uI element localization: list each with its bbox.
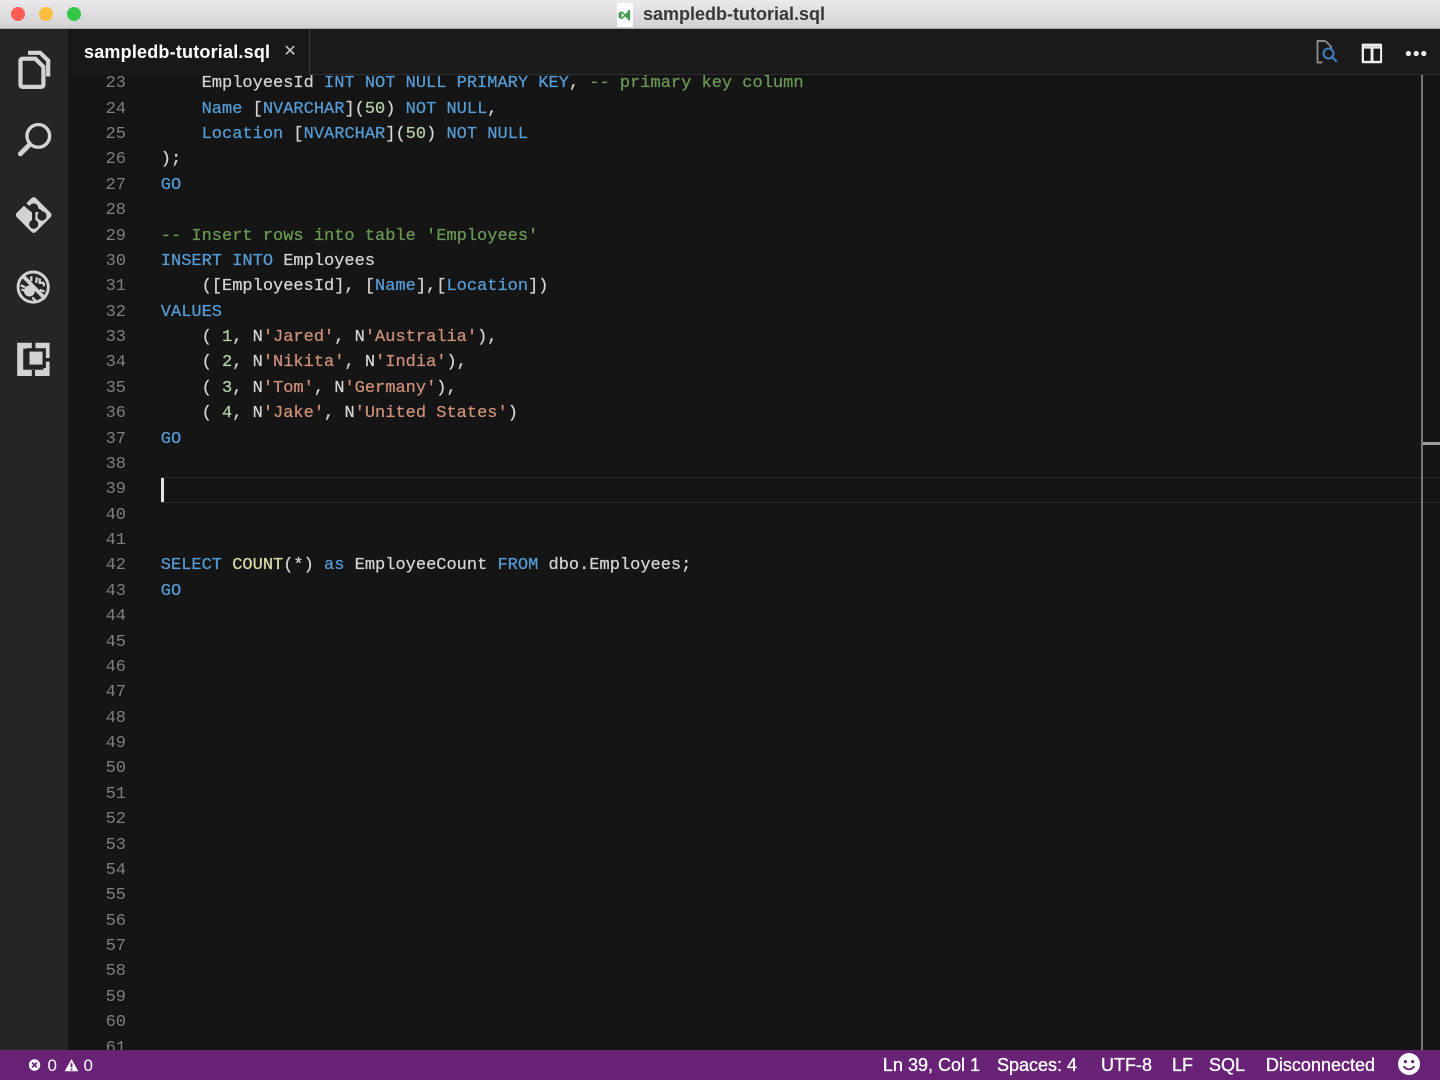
svg-text:0: 0 [48,1056,57,1075]
svg-text:0: 0 [84,1056,93,1075]
